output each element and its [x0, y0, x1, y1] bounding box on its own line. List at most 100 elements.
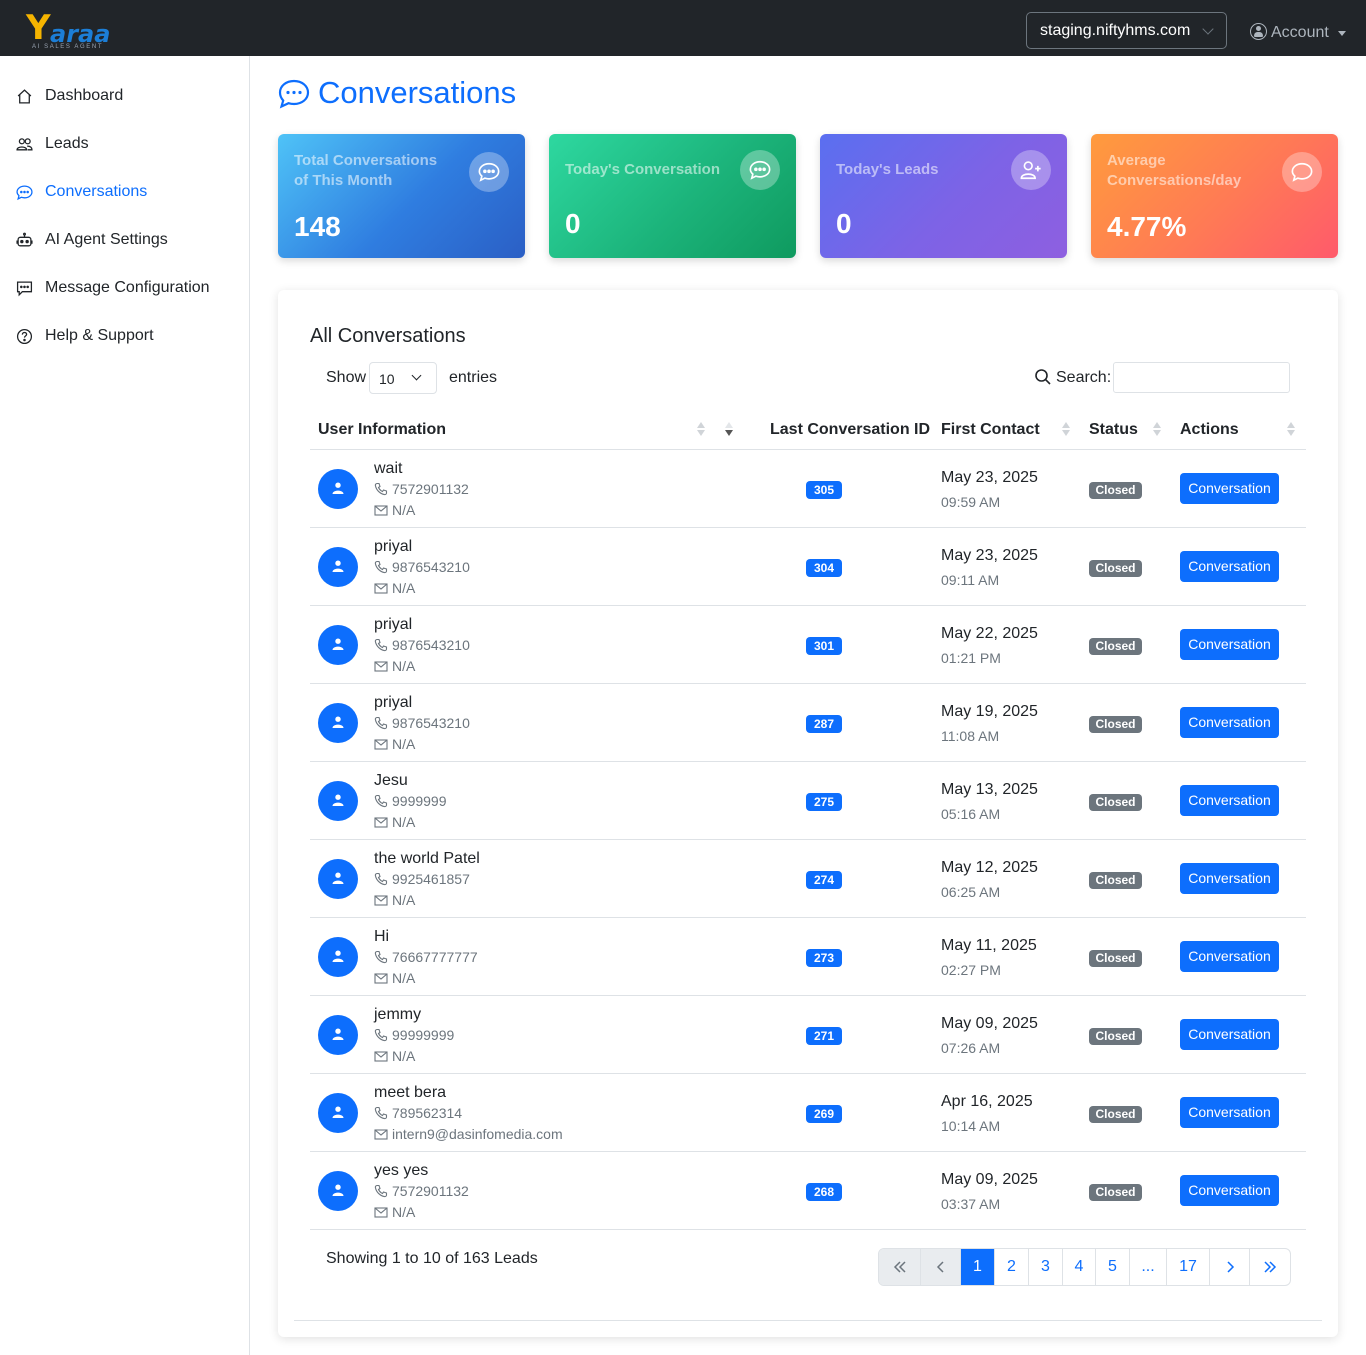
conversation-id-badge: 273	[806, 949, 842, 967]
user-name: Jesu	[374, 772, 408, 789]
person-icon	[332, 716, 344, 728]
avatar	[318, 547, 358, 587]
sort-icon[interactable]	[1286, 422, 1296, 438]
first-contact-time: 09:11 AM	[941, 572, 1000, 588]
table-body: wait 7572901132 N/A 305 May 23, 2025 09:…	[310, 450, 1306, 1230]
sort-icon[interactable]	[1152, 422, 1162, 438]
show-label: Show	[326, 369, 367, 386]
stat-label: Average Conversations/day	[1107, 152, 1242, 189]
stat-card-todays-conversation: Today's Conversation 0	[549, 134, 796, 258]
page-17-button[interactable]: 17	[1167, 1249, 1210, 1285]
conversations-panel: All Conversations Show 10 entries Search…	[278, 290, 1338, 1337]
user-email-text: N/A	[392, 658, 416, 674]
logo-y: Y	[26, 8, 51, 48]
page-2-button[interactable]: 2	[995, 1249, 1029, 1285]
sidebar-item-label: Conversations	[45, 183, 148, 200]
stat-card-todays-leads: Today's Leads 0	[820, 134, 1067, 258]
first-contact-time: 02:27 PM	[941, 962, 1001, 978]
conversation-button[interactable]: Conversation	[1180, 473, 1279, 504]
page-4-button[interactable]: 4	[1063, 1249, 1096, 1285]
conversation-id-badge: 268	[806, 1183, 842, 1201]
first-contact-date: May 09, 2025	[941, 1171, 1038, 1188]
user-name: wait	[374, 460, 403, 477]
chat-dots-icon	[278, 79, 310, 109]
status-badge: Closed	[1089, 1028, 1142, 1045]
person-icon	[332, 794, 344, 806]
search-input[interactable]	[1113, 362, 1290, 393]
first-page-button[interactable]	[879, 1249, 921, 1285]
first-contact-date: May 11, 2025	[941, 937, 1037, 954]
page-5-button[interactable]: 5	[1096, 1249, 1130, 1285]
stat-card-total-conversations: Total Conversations of This Month 148	[278, 134, 525, 258]
user-phone-text: 9876543210	[392, 637, 470, 653]
status-badge: Closed	[1089, 872, 1142, 889]
logo-tagline: AI SALES AGENT	[32, 44, 104, 50]
page-1-button[interactable]: 1	[961, 1249, 995, 1285]
user-phone-text: 7572901132	[392, 1183, 469, 1199]
avatar	[318, 937, 358, 977]
domain-select[interactable]: staging.niftyhms.com	[1026, 12, 1227, 49]
home-icon	[17, 89, 32, 104]
next-page-button[interactable]	[1210, 1249, 1250, 1285]
sort-icon[interactable]	[1061, 422, 1071, 438]
sort-icon[interactable]	[696, 422, 706, 438]
envelope-icon	[374, 583, 388, 594]
entries-label: entries	[449, 369, 498, 386]
sort-desc-icon[interactable]	[724, 422, 734, 438]
entries-select-value: 10	[379, 371, 395, 387]
telephone-icon	[374, 482, 388, 496]
conversation-button[interactable]: Conversation	[1180, 1175, 1279, 1206]
first-contact-time: 10:14 AM	[941, 1118, 1001, 1134]
conversation-button[interactable]: Conversation	[1180, 941, 1279, 972]
conversation-id-badge: 305	[806, 481, 842, 499]
prev-page-button[interactable]	[921, 1249, 961, 1285]
first-contact-date: May 09, 2025	[941, 1015, 1038, 1032]
stat-label: Today's Leads	[836, 161, 939, 178]
chat-dots-icon	[16, 185, 33, 201]
user-name: yes yes	[374, 1162, 429, 1179]
sidebar-item-label: Help & Support	[45, 327, 154, 344]
panel-title: All Conversations	[310, 325, 466, 347]
conversation-button[interactable]: Conversation	[1180, 1097, 1279, 1128]
chat-dots-icon	[469, 152, 509, 192]
avatar	[318, 703, 358, 743]
table-row: meet bera 789562314 intern9@dasinfomedia…	[310, 1074, 1306, 1152]
conversation-button[interactable]: Conversation	[1180, 785, 1279, 816]
user-email-text: N/A	[392, 736, 416, 752]
person-icon	[332, 1028, 344, 1040]
conversation-button[interactable]: Conversation	[1180, 551, 1279, 582]
conversation-button[interactable]: Conversation	[1180, 629, 1279, 660]
avatar	[318, 1015, 358, 1055]
chevron-double-right-icon	[1264, 1261, 1277, 1273]
table-row: Hi 76667777777 N/A 273 May 11, 2025 02:2…	[310, 918, 1306, 996]
user-name: priyal	[374, 616, 413, 633]
person-icon	[332, 1184, 344, 1196]
conversation-button[interactable]: Conversation	[1180, 863, 1279, 894]
chat-dots-icon	[740, 150, 780, 190]
page-3-button[interactable]: 3	[1029, 1249, 1063, 1285]
person-icon	[332, 482, 344, 494]
status-badge: Closed	[1089, 638, 1142, 655]
yaraa-logo[interactable]: Y araa AI SALES AGENT	[26, 8, 116, 54]
envelope-icon	[374, 1129, 388, 1140]
user-name: the world Patel	[374, 850, 480, 867]
last-page-button[interactable]	[1250, 1249, 1290, 1285]
conversation-button[interactable]: Conversation	[1180, 1019, 1279, 1050]
column-header-first-contact[interactable]: First Contact	[941, 421, 1040, 439]
user-email-text: N/A	[392, 502, 416, 518]
avatar	[318, 625, 358, 665]
envelope-icon	[374, 739, 388, 750]
column-header-actions[interactable]: Actions	[1180, 421, 1239, 439]
table-header: User Information Last Conversation ID Fi…	[310, 408, 1306, 450]
user-name: priyal	[374, 538, 413, 555]
chevron-right-icon	[1226, 1261, 1234, 1273]
user-phone-text: 9925461857	[392, 871, 470, 887]
stat-value: 0	[836, 208, 852, 239]
column-header-status[interactable]: Status	[1089, 421, 1138, 439]
divider	[294, 1320, 1322, 1321]
conversation-button[interactable]: Conversation	[1180, 707, 1279, 738]
stat-label: Today's Conversation	[565, 161, 720, 178]
column-header-user-information[interactable]: User Information	[318, 421, 446, 439]
entries-select[interactable]: 10	[369, 362, 437, 394]
column-header-last-conversation-id[interactable]: Last Conversation ID	[770, 421, 930, 439]
